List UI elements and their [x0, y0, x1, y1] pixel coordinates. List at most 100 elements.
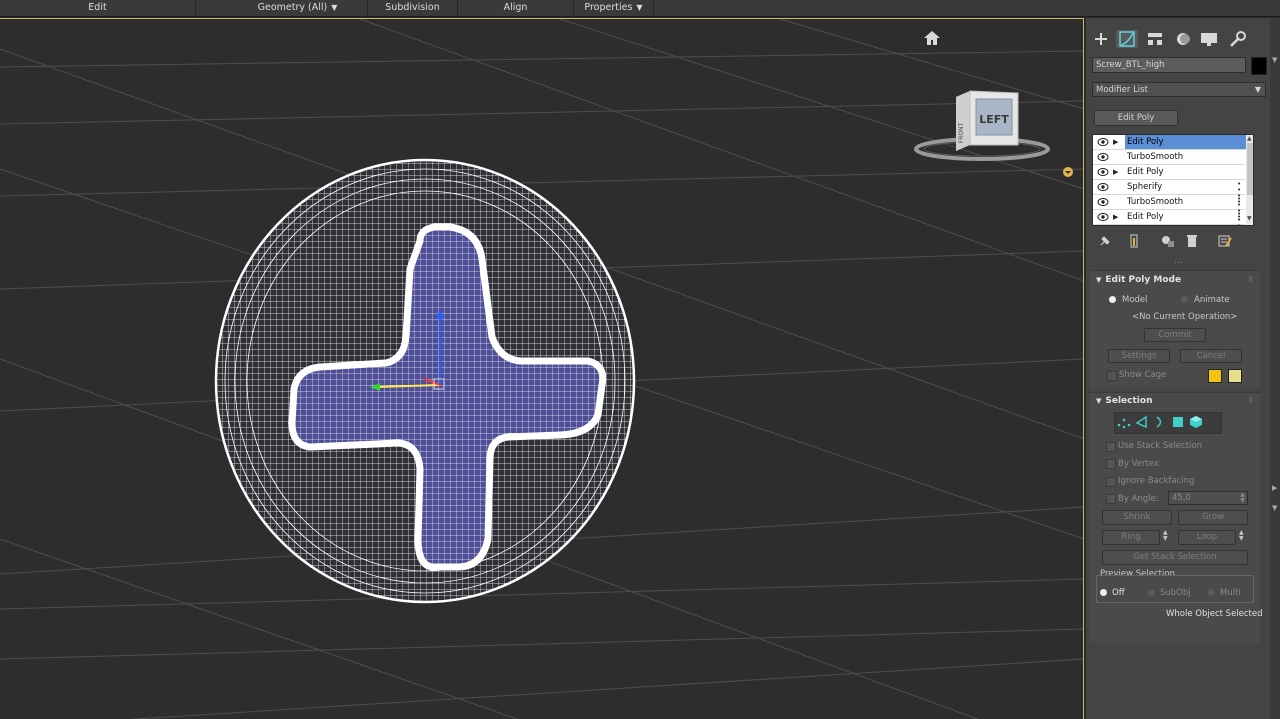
modifier-stack[interactable]: ▶ Edit Poly TurboSmooth ▶ Edit Poly Sphe…: [1092, 134, 1254, 226]
ribbon-geometry-menu[interactable]: Geometry (All) ▼: [228, 0, 368, 16]
display-icon[interactable]: [1198, 30, 1220, 48]
preview-subobj-radio[interactable]: [1148, 589, 1155, 596]
home-icon[interactable]: [922, 28, 942, 48]
configure-sets-icon[interactable]: [1218, 234, 1232, 248]
eye-icon[interactable]: [1097, 182, 1109, 192]
show-cage-label: Show Cage: [1119, 370, 1167, 380]
cage-color-swatch-1[interactable]: [1208, 369, 1222, 383]
spinner-arrows-icon[interactable]: ▲ ▼: [1240, 492, 1245, 504]
element-mode-icon[interactable]: [1188, 415, 1204, 429]
viewcube[interactable]: LEFT FRONT: [910, 87, 1060, 187]
ribbon-properties-menu[interactable]: Properties ▼: [574, 0, 654, 16]
cage-color-swatch-2[interactable]: [1228, 369, 1242, 383]
utilities-icon[interactable]: [1226, 30, 1248, 48]
object-name-field[interactable]: Screw_BTL_high: [1092, 57, 1246, 73]
eye-icon[interactable]: [1097, 137, 1109, 147]
border-mode-icon[interactable]: [1152, 415, 1168, 429]
viewcube-menu-icon[interactable]: [1062, 166, 1074, 178]
ribbon-edit-menu[interactable]: Edit: [0, 0, 196, 16]
current-operation-text: <No Current Operation>: [1132, 312, 1238, 322]
panel-resize-grip[interactable]: ⋯: [1174, 258, 1183, 268]
ignore-backfacing-label: Ignore Backfacing: [1118, 476, 1195, 486]
eye-icon[interactable]: [1097, 167, 1109, 177]
scroll-thumb[interactable]: [1247, 143, 1253, 195]
expand-triangle-icon[interactable]: ▶: [1113, 165, 1118, 179]
object-color-swatch[interactable]: [1251, 57, 1267, 75]
modifier-list-dropdown[interactable]: Modifier List ▼: [1092, 82, 1266, 97]
stack-item-label: Edit Poly: [1127, 167, 1164, 177]
loop-spinner-icon[interactable]: ▲ ▼: [1239, 530, 1244, 542]
polygon-mode-icon[interactable]: [1170, 415, 1186, 429]
selection-title: Selection: [1105, 396, 1153, 406]
shrink-label: Shrink: [1123, 512, 1151, 522]
perspective-viewport[interactable]: LEFT FRONT: [0, 18, 1084, 719]
chevron-down-icon[interactable]: ▼: [1272, 504, 1277, 512]
stack-scrollbar[interactable]: ▲ ▼: [1246, 135, 1253, 225]
panel-scroll-gutter[interactable]: ▼ ▶ ▼: [1270, 18, 1280, 719]
stack-item-turbosmooth-1[interactable]: TurboSmooth: [1093, 150, 1245, 165]
caret-down-icon: ▼: [636, 3, 643, 12]
angle-spinner[interactable]: 45,0 ▲ ▼: [1168, 491, 1248, 505]
ribbon-subdivision-label: Subdivision: [385, 2, 440, 13]
preview-off-radio[interactable]: [1100, 589, 1107, 596]
get-stack-selection-button[interactable]: Get Stack Selection: [1102, 550, 1248, 565]
vertex-mode-icon[interactable]: [1116, 415, 1132, 429]
motion-icon[interactable]: [1172, 30, 1194, 48]
ribbon-properties-label: Properties: [584, 2, 633, 13]
by-angle-label: By Angle:: [1118, 494, 1159, 504]
by-vertex-checkbox[interactable]: [1106, 459, 1116, 469]
eye-icon[interactable]: [1097, 152, 1109, 162]
expand-triangle-icon[interactable]: ▶: [1113, 210, 1118, 224]
edit-poly-mode-header[interactable]: ▼ Edit Poly Mode: [1090, 272, 1258, 288]
command-panel: Screw_BTL_high Modifier List ▼ Edit Poly…: [1086, 18, 1270, 719]
stack-item-label: TurboSmooth: [1127, 152, 1184, 162]
make-unique-icon[interactable]: [1160, 234, 1176, 248]
ignore-backfacing-checkbox[interactable]: [1106, 477, 1116, 487]
preview-subobj-label: SubObj: [1160, 588, 1191, 598]
by-angle-checkbox[interactable]: [1106, 494, 1116, 504]
viewcube-left-label: LEFT: [979, 113, 1009, 126]
chevron-down-icon: ▼: [1254, 85, 1261, 94]
edit-poly-quick-button[interactable]: Edit Poly: [1094, 110, 1178, 126]
animate-label: Animate: [1194, 295, 1230, 305]
chevron-down-icon[interactable]: ▼: [1247, 215, 1252, 222]
chevron-up-icon[interactable]: ▲: [1247, 135, 1252, 142]
chevron-right-icon[interactable]: ▶: [1272, 484, 1277, 492]
stack-item-edit-poly-top[interactable]: ▶ Edit Poly: [1093, 135, 1253, 150]
stack-item-edit-poly-2[interactable]: ▶ Edit Poly: [1093, 165, 1245, 180]
object-name-value: Screw_BTL_high: [1096, 60, 1165, 70]
edge-mode-icon[interactable]: [1134, 415, 1150, 429]
settings-button[interactable]: Settings: [1108, 349, 1170, 363]
stack-item-turbosmooth-2[interactable]: TurboSmooth • • • •: [1093, 195, 1245, 221]
stack-item-spherify[interactable]: Spherify • • • •: [1093, 180, 1245, 206]
ring-button[interactable]: Ring: [1102, 530, 1160, 545]
chevron-down-icon[interactable]: ▼: [1272, 56, 1277, 64]
model-radio[interactable]: [1109, 296, 1116, 303]
rollout-grip-icon[interactable]: ⠿: [1248, 276, 1253, 284]
edit-poly-quick-label: Edit Poly: [1117, 113, 1155, 123]
selection-header[interactable]: ▼ Selection: [1090, 393, 1258, 409]
ribbon-align-menu[interactable]: Align: [458, 0, 574, 16]
preview-multi-radio[interactable]: [1208, 589, 1215, 596]
loop-button[interactable]: Loop: [1178, 530, 1236, 545]
eye-icon[interactable]: [1097, 212, 1109, 222]
shrink-button[interactable]: Shrink: [1102, 510, 1172, 525]
animate-radio[interactable]: [1181, 296, 1188, 303]
show-end-result-icon[interactable]: [1128, 234, 1140, 248]
stack-item-edit-poly-3[interactable]: ▶ Edit Poly • •• •: [1093, 210, 1245, 225]
use-stack-selection-checkbox[interactable]: [1106, 442, 1116, 452]
hierarchy-icon[interactable]: [1144, 30, 1166, 48]
modify-icon[interactable]: [1116, 30, 1138, 48]
pin-stack-icon[interactable]: [1098, 234, 1112, 248]
ribbon-subdivision-menu[interactable]: Subdivision: [368, 0, 458, 16]
ring-spinner-icon[interactable]: ▲ ▼: [1163, 530, 1168, 542]
grow-button[interactable]: Grow: [1178, 510, 1248, 525]
expand-triangle-icon[interactable]: ▶: [1113, 135, 1118, 149]
remove-modifier-icon[interactable]: [1186, 234, 1198, 248]
eye-icon[interactable]: [1097, 197, 1109, 207]
show-cage-checkbox[interactable]: [1107, 371, 1117, 381]
create-icon[interactable]: [1090, 30, 1112, 48]
commit-button[interactable]: Commit: [1144, 328, 1206, 342]
cancel-button[interactable]: Cancel: [1180, 349, 1242, 363]
rollout-grip-icon[interactable]: ⠿: [1248, 397, 1253, 405]
